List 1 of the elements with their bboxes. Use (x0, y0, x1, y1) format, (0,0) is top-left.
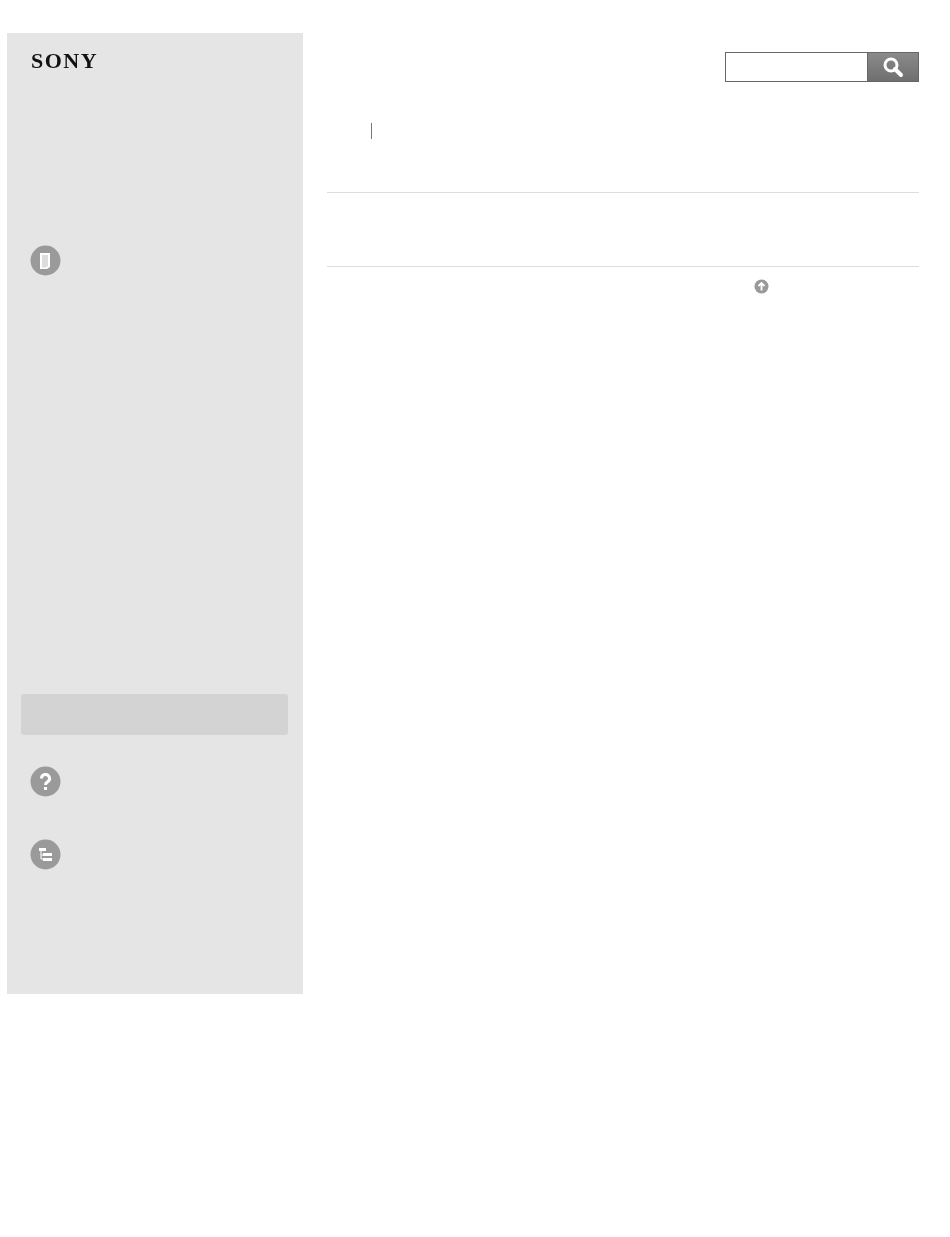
logo[interactable]: SONY (31, 50, 99, 72)
